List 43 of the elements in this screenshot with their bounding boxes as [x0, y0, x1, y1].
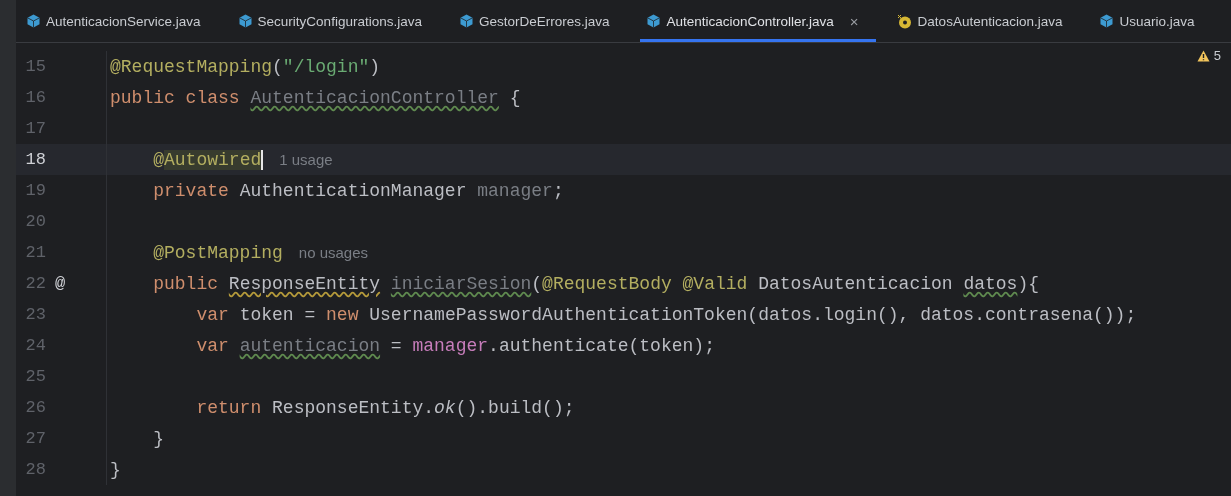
line-number: 22	[24, 274, 46, 293]
code-line: return ResponseEntity.ok().build();	[196, 397, 575, 418]
editor-tab[interactable]: SecurityConfigurations.java	[231, 0, 439, 42]
code-line: }	[110, 459, 121, 480]
line-number: 17	[24, 119, 46, 138]
line-number: 16	[24, 88, 46, 107]
line-number: 28	[24, 460, 46, 479]
line-number: 25	[24, 367, 46, 386]
code-line: var token = new UsernamePasswordAuthenticationToken(datos.login(), datos.contrasena());	[196, 304, 1137, 325]
line-number: 21	[24, 243, 46, 262]
code-line: public ResponseEntity iniciarSesion(@RequestBody @Valid DatosAutenticacion datos){	[153, 273, 1039, 294]
cube-icon	[238, 14, 252, 28]
line-number: 15	[24, 57, 46, 76]
editor-tab[interactable]: GestorDeErrores.java	[452, 0, 627, 42]
line-number: 26	[24, 398, 46, 417]
inlay-hint[interactable]: no usages	[298, 244, 369, 261]
cube-icon	[1100, 14, 1114, 28]
record-icon	[896, 13, 912, 29]
editor-tab[interactable]: DatosAutenticacion.java	[889, 0, 1080, 42]
close-icon[interactable]: ×	[849, 12, 859, 30]
line-number: 23	[24, 305, 46, 324]
line-number: 24	[24, 336, 46, 355]
code-line: @RequestMapping("/login")	[110, 56, 381, 77]
line-number: 20	[24, 212, 46, 231]
cube-icon	[27, 14, 40, 28]
cube-icon	[647, 14, 661, 28]
code-line: private AuthenticationManager manager;	[153, 180, 564, 201]
code-line: var autenticacion = manager.authenticate(token);	[196, 335, 715, 356]
editor-tab[interactable]: AutenticacionService.java	[20, 0, 218, 42]
line-number: 27	[24, 429, 46, 448]
editor-tab[interactable]: AutenticacionController.java ×	[640, 0, 876, 42]
line-number: 18	[24, 150, 46, 169]
warning-icon[interactable]	[1196, 49, 1210, 62]
cube-icon	[459, 14, 473, 28]
warning-count: 5	[1213, 48, 1221, 63]
code-line: }	[153, 428, 164, 449]
editor-tab[interactable]: Usuario.java	[1093, 0, 1212, 42]
code-line: public class AutenticacionController {	[110, 87, 521, 108]
code-line: @Autowired	[153, 149, 264, 170]
line-number: 19	[24, 181, 46, 200]
gutter-mark[interactable]: @	[55, 274, 66, 293]
code-line: @PostMapping	[153, 242, 283, 263]
inlay-hint[interactable]: 1 usage	[279, 151, 333, 168]
